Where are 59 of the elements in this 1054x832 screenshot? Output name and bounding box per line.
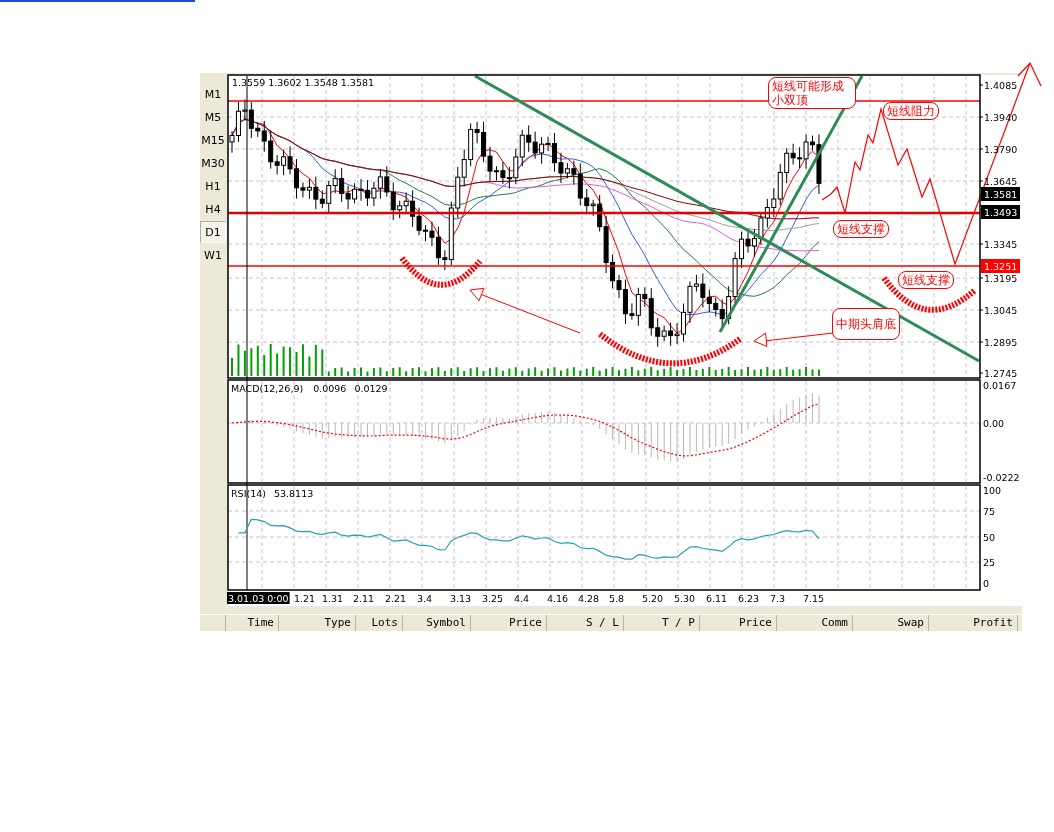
time-label: 5.30 (674, 593, 696, 604)
price-label: 1.3045 (984, 305, 1018, 316)
indicator-value: 0.0129 (354, 383, 388, 394)
macd-axis-label: -0.0222 (983, 472, 1020, 483)
price-badge: 1.3493 (981, 205, 1020, 219)
time-label: 1.31 (322, 593, 344, 604)
time-label: 1.21 (294, 593, 316, 604)
time-label: 2.11 (353, 593, 375, 604)
time-label: 2.21 (385, 593, 407, 604)
rsi-axis-label: 0 (983, 578, 990, 589)
time-label: 4.4 (514, 593, 530, 604)
price-badge: 1.3251 (981, 259, 1020, 273)
rsi-axis-label: 25 (983, 557, 996, 568)
column-header[interactable]: Profit (929, 615, 1018, 631)
indicator-title: RSI(14) (231, 488, 266, 499)
time-label: 3.4 (417, 593, 433, 604)
time-label: 6.23 (738, 593, 760, 604)
time-label: 7.15 (803, 593, 825, 604)
macd-axis-label: 0.00 (983, 418, 1005, 429)
ohlc-values: 1.3559 1.3602 1.3548 1.3581 (232, 77, 375, 88)
annotation-callout: 短线支撑 (898, 271, 954, 289)
time-label: 3.25 (482, 593, 504, 604)
annotation-callout: 短线可能形成小双顶 (768, 77, 856, 109)
time-label: 6.11 (706, 593, 728, 604)
price-label: 1.2745 (984, 368, 1018, 379)
rsi-axis-label: 50 (983, 532, 996, 543)
indicator-value: 0.0096 (313, 383, 347, 394)
time-label: 5.20 (642, 593, 664, 604)
price-label: 1.3645 (984, 176, 1018, 187)
column-header[interactable]: Time (226, 615, 279, 631)
annotation-callout: 短线阻力 (883, 102, 939, 120)
column-header[interactable]: Symbol (403, 615, 471, 631)
time-label: 5.8 (609, 593, 625, 604)
indicator-value: 53.8113 (273, 488, 314, 499)
time-label: 4.28 (578, 593, 600, 604)
column-header[interactable]: Swap (853, 615, 929, 631)
column-header[interactable]: T / P (624, 615, 700, 631)
price-label: 1.3345 (984, 239, 1018, 250)
annotation-callout: 中期头肩底 (832, 308, 900, 340)
column-header[interactable]: Comm (777, 615, 853, 631)
price-label: 1.4085 (984, 80, 1018, 91)
price-badge: 1.3581 (981, 187, 1020, 201)
price-label: 1.2895 (984, 337, 1018, 348)
price-label: 1.3195 (984, 273, 1018, 284)
column-header[interactable]: S / L (547, 615, 624, 631)
time-label: 3.13 (450, 593, 472, 604)
column-header[interactable]: Price (700, 615, 777, 631)
annotation-callout: 短线支撑 (833, 220, 889, 238)
rsi-axis-label: 75 (983, 506, 996, 517)
time-label: 4.16 (547, 593, 569, 604)
indicator-title: MACD(12,26,9) (231, 383, 304, 394)
time-label: 3.01.03 0:00 (227, 592, 290, 604)
rsi-axis-label: 100 (983, 485, 1002, 496)
column-header[interactable]: Price (471, 615, 547, 631)
column-header[interactable]: Lots (356, 615, 403, 631)
time-label: 7.3 (770, 593, 786, 604)
column-header[interactable]: Type (279, 615, 356, 631)
macd-axis-label: 0.0167 (983, 380, 1017, 391)
timeframe-button[interactable]: D1 (200, 221, 226, 243)
